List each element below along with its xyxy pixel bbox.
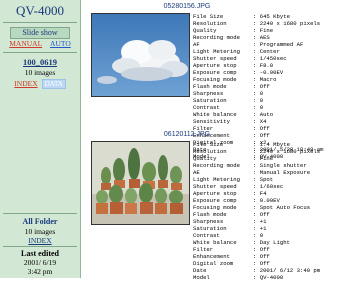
last-edited-time: 3:42 pm <box>27 267 53 276</box>
all-index-link[interactable]: INDEX <box>0 236 80 245</box>
info-row: Exposure comp: -0.00EV <box>193 69 284 76</box>
cactus-pots-image <box>92 142 189 224</box>
photo-thumbnail-sky[interactable] <box>91 13 190 97</box>
index-link[interactable]: INDEX <box>14 79 37 88</box>
folder-image-count: 10 images <box>24 68 56 77</box>
info-row: Focusing mode: Macro <box>193 76 277 83</box>
info-row: Light Metering: Center <box>193 48 280 55</box>
info-row: Saturation: +1 <box>193 225 267 232</box>
info-row: Recording mode: Single shutter <box>193 162 307 169</box>
slideshow-mode-links: MANUAL AUTO <box>0 39 80 48</box>
photo-thumbnail-cacti[interactable] <box>91 141 190 225</box>
info-row: Focusing mode: Spot Auto Focus <box>193 204 311 211</box>
info-row: Sharpness: 0 <box>193 90 264 97</box>
divider <box>3 52 77 53</box>
info-row: Sensitivity: X4 <box>193 118 267 125</box>
info-row: Flash mode: Off <box>193 83 270 90</box>
info-row: Resolution: 2240 x 1680 pixels <box>193 20 321 27</box>
manual-link[interactable]: MANUAL <box>9 39 42 48</box>
slideshow-button[interactable]: Slide show <box>10 27 70 39</box>
image-filename: 06120112.JPG <box>163 131 211 138</box>
app-title: QV-4000 <box>16 3 64 18</box>
sidebar: QV-4000 Slide show MANUAL AUTO 100_0619 … <box>0 0 81 278</box>
divider <box>3 213 77 214</box>
info-row: Aperture stop: F4 <box>193 190 267 197</box>
info-row: Resolution: 2240 x 1680 pixels <box>193 148 321 155</box>
info-row: Quality: Fine <box>193 27 274 34</box>
info-row: Contrast: 0 <box>193 104 264 111</box>
image-list: 05280156.JPG File Size: 645 Kbyte Resolu… <box>81 0 345 281</box>
info-row: Contrast: 0 <box>193 232 264 239</box>
info-row: File Size: 1.4 Mbyte <box>193 141 290 148</box>
info-row: White balance: Day Light <box>193 239 290 246</box>
all-image-count: 10 images <box>24 227 56 236</box>
sky-clouds-image <box>92 14 189 96</box>
info-row: Shutter speed: 1/60sec <box>193 183 284 190</box>
info-row: Quality: Fine <box>193 155 274 162</box>
info-row: File Size: 645 Kbyte <box>193 13 290 20</box>
info-row: Filter: Off <box>193 246 270 253</box>
info-row: Saturation: 0 <box>193 97 264 104</box>
info-row: Digital zoom: Off <box>193 260 270 267</box>
info-row: Sharpness: +1 <box>193 218 267 225</box>
info-row: AE: Manual Exposure <box>193 169 311 176</box>
last-edited-label: Last edited <box>21 249 59 258</box>
info-row: Enhancement: Off <box>193 253 270 260</box>
divider <box>3 22 77 23</box>
folder-links: INDEX DATA <box>0 79 80 89</box>
divider <box>3 246 77 247</box>
info-row: Exposure comp: 0.00EV <box>193 197 280 204</box>
info-row: Flash mode: Off <box>193 211 270 218</box>
info-row: Aperture stop: F8.0 <box>193 62 274 69</box>
info-row: Date: 2001/ 6/12 3:40 pm <box>193 267 321 274</box>
last-edited-date: 2001/ 6/19 <box>23 258 57 267</box>
info-row: Shutter speed: 1/450sec <box>193 55 287 62</box>
info-row: AF: Programmed AF <box>193 41 304 48</box>
image-filename: 05280156.JPG <box>163 3 211 10</box>
folder-link[interactable]: 100_0619 <box>0 57 80 67</box>
image-info-panel: File Size: 1.4 Mbyte Resolution: 2240 x … <box>193 141 338 281</box>
all-folder-link[interactable]: All Folder <box>0 217 80 226</box>
auto-link[interactable]: AUTO <box>50 39 71 48</box>
info-row: White balance: Auto <box>193 111 274 118</box>
data-button[interactable]: DATA <box>41 79 66 89</box>
info-row: Recording mode: AES <box>193 34 270 41</box>
info-row: Light Metering: Spot <box>193 176 274 183</box>
